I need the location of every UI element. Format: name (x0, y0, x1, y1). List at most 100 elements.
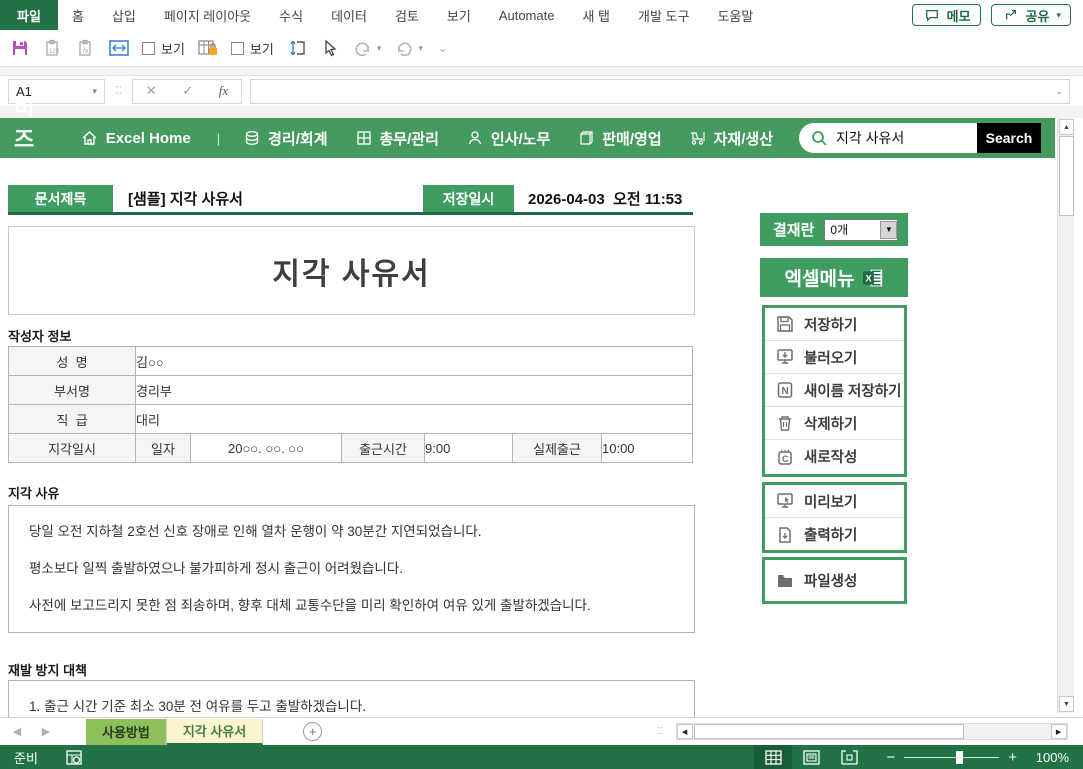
sheetbar-resize-handle[interactable]: ⁚⁚ (657, 727, 663, 736)
tab-review[interactable]: 검토 (381, 0, 433, 30)
doc-title-value: [샘플] 지각 사유서 (128, 185, 243, 212)
name-value[interactable]: 김○○ (136, 347, 693, 376)
nav-category-sales[interactable]: 판매/영업 (576, 128, 661, 149)
tab-help[interactable]: 도움말 (703, 0, 767, 30)
menu-item-preview[interactable]: 미리보기 (765, 485, 904, 518)
document-title-box: 지각 사유서 (8, 226, 695, 315)
zoom-out-icon[interactable]: − (886, 749, 895, 766)
name-box-dropdown-icon[interactable]: ▾ (92, 86, 97, 97)
nav-category-accounting[interactable]: 경리/회계 (242, 128, 327, 149)
reason-text-box[interactable]: 당일 오전 지하철 2호선 신호 장애로 인해 열차 운행이 약 30분간 지연… (8, 505, 695, 633)
reason-line: 사전에 보고드리지 못한 점 죄송하며, 향후 대체 교통수단을 미리 확인하여… (29, 594, 694, 614)
formula-expand-icon[interactable]: ⌄ (1055, 86, 1063, 97)
search-input[interactable] (836, 130, 956, 146)
tab-insert[interactable]: 삽입 (98, 0, 150, 30)
tab-view[interactable]: 보기 (433, 0, 485, 30)
protect-sheet-icon[interactable] (198, 38, 218, 58)
new-document-icon: C (775, 447, 795, 467)
row-height-icon[interactable] (287, 38, 307, 58)
sheet-next-icon[interactable]: ▶ (34, 725, 58, 738)
tab-formulas[interactable]: 수식 (265, 0, 317, 30)
date-value[interactable]: 20○○. ○○. ○○ (191, 434, 342, 463)
prevention-text-box[interactable]: 1. 출근 시간 기준 최소 30분 전 여유를 두고 출발하겠습니다. (8, 680, 695, 717)
tab-page-layout[interactable]: 페이지 레이아웃 (150, 0, 265, 30)
menu-item-save-as[interactable]: N 새이름 저장하기 (765, 374, 904, 407)
scroll-down-icon[interactable]: ▼ (1059, 696, 1074, 712)
menu-item-file-create[interactable]: 파일생성 (765, 560, 904, 601)
select-cursor-icon[interactable] (320, 38, 340, 58)
cancel-icon[interactable]: ✕ (146, 83, 157, 99)
zoom-slider[interactable] (904, 757, 999, 758)
tab-file[interactable]: 파일 (0, 0, 58, 30)
vertical-scroll-thumb[interactable] (1059, 136, 1074, 216)
formula-input[interactable]: ⌄ (250, 79, 1070, 104)
nav-category-hr[interactable]: 인사/노무 (465, 128, 550, 149)
menu-item-print[interactable]: 출력하기 (765, 518, 904, 551)
menu-item-load[interactable]: 불러오기 (765, 341, 904, 374)
tab-automate[interactable]: Automate (485, 0, 569, 30)
zoom-slider-thumb[interactable] (956, 751, 963, 764)
preview-icon (775, 491, 795, 511)
page-layout-view-icon[interactable] (792, 745, 830, 769)
menu-item-delete[interactable]: 삭제하기 (765, 407, 904, 440)
position-value[interactable]: 대리 (136, 405, 693, 434)
department-value[interactable]: 경리부 (136, 376, 693, 405)
excel-window: 파일 홈 삽입 페이지 레이아웃 수식 데이터 검토 보기 Automate 새… (0, 0, 1083, 769)
menu-item-save[interactable]: 저장하기 (765, 308, 904, 341)
nav-category-production[interactable]: 자재/생산 (688, 128, 773, 149)
scroll-left-icon[interactable]: ◀ (677, 724, 693, 739)
share-icon (1001, 8, 1021, 23)
nav-category-admin[interactable]: 총무/관리 (354, 128, 439, 149)
save-icon[interactable] (10, 38, 30, 58)
scroll-right-icon[interactable]: ▶ (1051, 724, 1067, 739)
page-break-view-icon[interactable] (830, 745, 868, 769)
zoom-in-icon[interactable]: + (1008, 749, 1017, 766)
tab-data[interactable]: 데이터 (317, 0, 381, 30)
redo-dropdown-icon[interactable]: ▾ (377, 43, 382, 54)
formula-bar-handle[interactable]: ⁚⁚ (115, 86, 122, 96)
header-underline (8, 212, 693, 215)
zoom-percentage[interactable]: 100% (1029, 750, 1069, 765)
horizontal-scroll-thumb[interactable] (694, 724, 964, 739)
sheet-prev-icon[interactable]: ◀ (0, 725, 34, 738)
undo-dropdown-icon[interactable]: ▾ (418, 43, 423, 54)
sheet-tab-late-statement[interactable]: 지각 사유서 (167, 719, 263, 745)
menu-item-new[interactable]: C 새로작성 (765, 440, 904, 473)
macro-record-icon[interactable] (64, 747, 84, 767)
fit-column-icon[interactable] (109, 38, 129, 58)
tab-home[interactable]: 홈 (58, 0, 98, 30)
table-row: 직 급 대리 (9, 405, 693, 434)
tab-developer[interactable]: 개발 도구 (624, 0, 703, 30)
view-checkbox-2[interactable] (231, 42, 244, 55)
search-button[interactable]: Search (977, 123, 1041, 153)
nav-separator: | (217, 131, 220, 146)
save-as-icon: N (775, 380, 795, 400)
approval-dropdown-icon: ▼ (880, 221, 897, 239)
start-time-value[interactable]: 9:00 (425, 434, 513, 463)
comments-button[interactable]: 메모 (912, 4, 981, 26)
normal-view-icon[interactable] (754, 745, 792, 769)
enter-icon[interactable]: ✓ (182, 83, 193, 99)
insert-function-icon[interactable]: fx (219, 83, 228, 99)
table-row: 부서명 경리부 (9, 376, 693, 405)
vertical-scrollbar[interactable]: ▲ ▼ (1057, 118, 1074, 713)
paste-formulas-icon[interactable]: fx (76, 38, 96, 58)
horizontal-scrollbar[interactable]: ◀ ▶ (676, 723, 1068, 740)
author-info-table: 성 명 김○○ 부서명 경리부 직 급 대리 지각일시 일자 20○○. ○○.… (8, 346, 693, 463)
toolbar-overflow-icon[interactable]: ⌄ (438, 42, 447, 55)
sheet-tab-usage[interactable]: 사용방법 (86, 719, 167, 745)
share-button[interactable]: 공유 ▾ (991, 4, 1071, 26)
add-sheet-icon[interactable]: + (303, 722, 322, 741)
actual-time-value[interactable]: 10:00 (602, 434, 693, 463)
nav-excel-home[interactable]: Excel Home (80, 128, 191, 148)
paste-values-icon[interactable]: 123 (43, 38, 63, 58)
position-label: 직 급 (9, 405, 136, 434)
tab-new-tab[interactable]: 새 탭 (568, 0, 624, 30)
view-checkbox-1-label: 보기 (161, 39, 185, 58)
excel-menu-group-file-create: 파일생성 (762, 557, 907, 604)
redo-icon[interactable] (353, 38, 373, 58)
view-checkbox-1[interactable] (142, 42, 155, 55)
approval-count-select[interactable]: 0개 ▼ (824, 219, 898, 241)
scroll-up-icon[interactable]: ▲ (1059, 119, 1074, 135)
undo-icon[interactable] (394, 38, 414, 58)
